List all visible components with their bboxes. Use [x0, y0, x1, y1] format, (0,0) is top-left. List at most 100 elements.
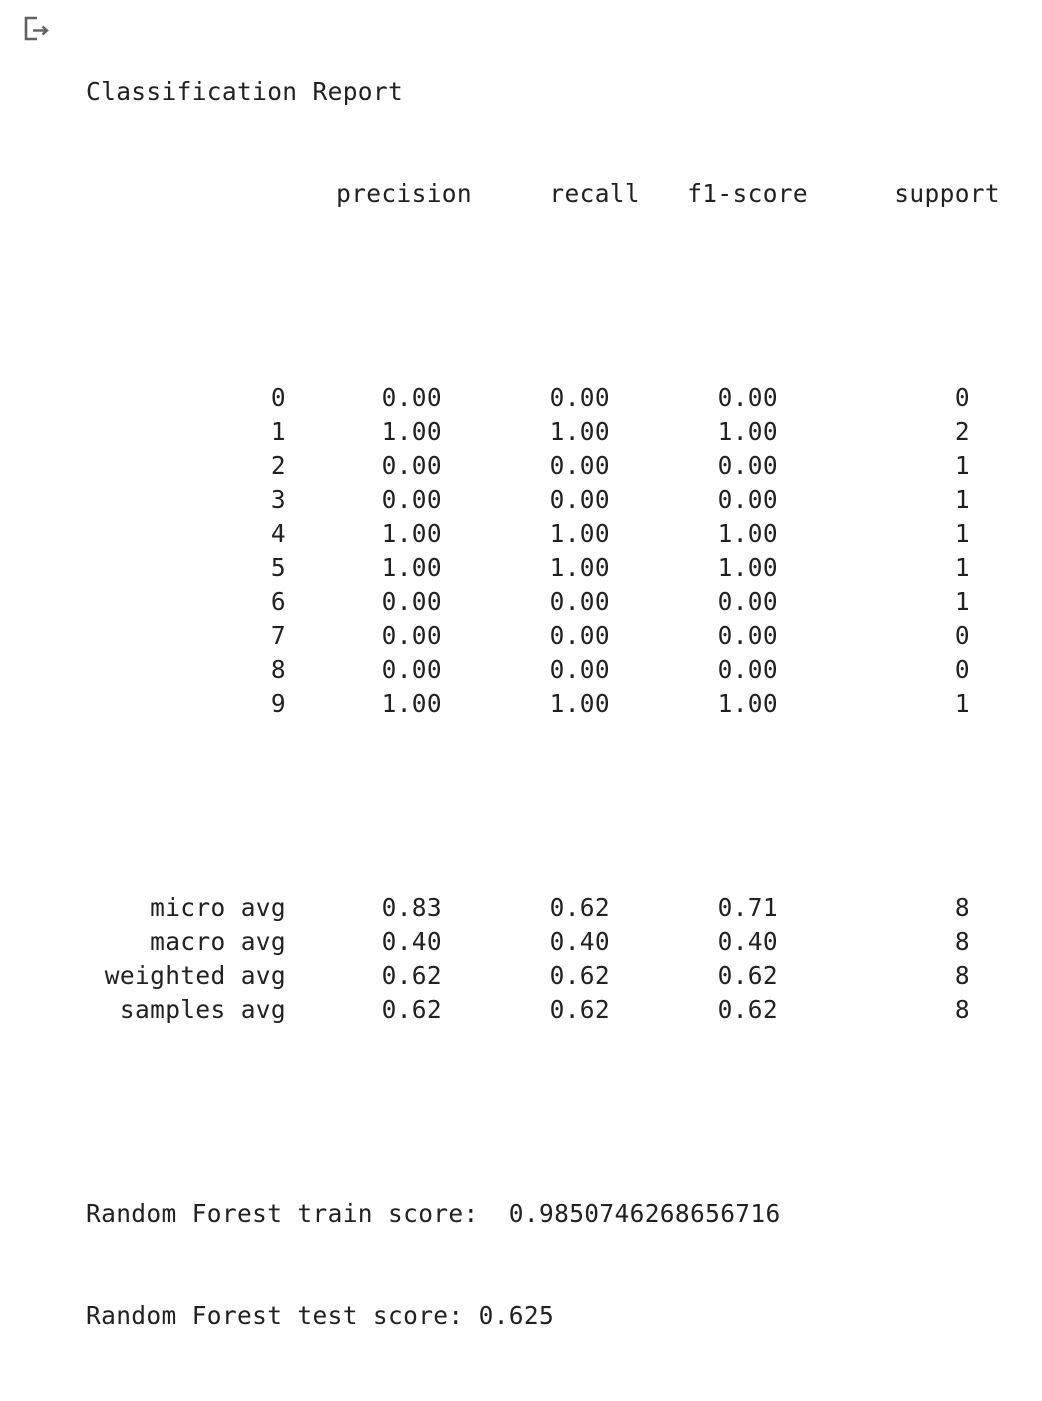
precision-value: 0.83 — [381, 893, 442, 922]
f1-score-value: 0.00 — [717, 655, 778, 684]
support-value: 1 — [954, 587, 970, 616]
precision-value: 0.40 — [381, 927, 442, 956]
recall-value: 0.00 — [549, 587, 610, 616]
average-row: micro avg 0.83 0.62 0.71 8 — [86, 891, 1000, 925]
row-label: macro avg — [150, 927, 286, 956]
average-row: weighted avg 0.62 0.62 0.62 8 — [86, 959, 1000, 993]
header-precision: precision — [336, 179, 472, 208]
precision-value: 0.00 — [381, 485, 442, 514]
support-value: 1 — [954, 519, 970, 548]
precision-value: 0.00 — [381, 587, 442, 616]
recall-value: 0.62 — [549, 961, 610, 990]
support-value: 1 — [954, 689, 970, 718]
precision-value: 1.00 — [381, 519, 442, 548]
recall-value: 0.00 — [549, 655, 610, 684]
support-value: 1 — [954, 485, 970, 514]
row-label: 4 — [270, 519, 286, 548]
support-value: 8 — [954, 893, 970, 922]
f1-score-value: 0.00 — [717, 451, 778, 480]
header-f1-score: f1-score — [687, 179, 808, 208]
support-value: 0 — [954, 621, 970, 650]
row-label: samples avg — [119, 995, 286, 1024]
precision-value: 0.00 — [381, 655, 442, 684]
f1-score-value: 0.00 — [717, 485, 778, 514]
row-label: 3 — [270, 485, 286, 514]
classification-report-text: Classification Report precision recall f1-… — [86, 7, 1000, 1401]
recall-value: 0.62 — [549, 893, 610, 922]
row-label: weighted avg — [104, 961, 286, 990]
row-label: 5 — [270, 553, 286, 582]
recall-value: 0.00 — [549, 621, 610, 650]
f1-score-value: 1.00 — [717, 519, 778, 548]
class-row: 3 0.00 0.00 0.00 1 — [86, 483, 1000, 517]
precision-value: 1.00 — [381, 417, 442, 446]
class-row: 4 1.00 1.00 1.00 1 — [86, 517, 1000, 551]
train-score-line: Random Forest train score: 0.98507462686… — [86, 1199, 781, 1228]
f1-score-value: 1.00 — [717, 553, 778, 582]
row-label: 9 — [270, 689, 286, 718]
recall-value: 0.00 — [549, 383, 610, 412]
class-row: 6 0.00 0.00 0.00 1 — [86, 585, 1000, 619]
report-title-line: Classification Report — [86, 75, 1000, 109]
support-value: 2 — [954, 417, 970, 446]
row-label: 7 — [270, 621, 286, 650]
recall-value: 1.00 — [549, 417, 610, 446]
recall-value: 1.00 — [549, 519, 610, 548]
f1-score-value: 1.00 — [717, 689, 778, 718]
recall-value: 0.00 — [549, 451, 610, 480]
f1-score-value: 1.00 — [717, 417, 778, 446]
cell-output-area: Classification Report precision recall f1-… — [0, 0, 1042, 1330]
f1-score-value: 0.62 — [717, 961, 778, 990]
support-value: 1 — [954, 451, 970, 480]
class-row: 1 1.00 1.00 1.00 2 — [86, 415, 1000, 449]
precision-value: 1.00 — [381, 689, 442, 718]
row-label: 8 — [270, 655, 286, 684]
support-value: 8 — [954, 927, 970, 956]
f1-score-value: 0.00 — [717, 621, 778, 650]
support-value: 1 — [954, 553, 970, 582]
precision-value: 0.00 — [381, 383, 442, 412]
precision-value: 0.00 — [381, 451, 442, 480]
class-row: 2 0.00 0.00 0.00 1 — [86, 449, 1000, 483]
support-value: 8 — [954, 961, 970, 990]
test-score-line: Random Forest test score: 0.625 — [86, 1301, 555, 1330]
precision-value: 0.00 — [381, 621, 442, 650]
row-label: 6 — [270, 587, 286, 616]
recall-value: 1.00 — [549, 553, 610, 582]
row-label: 0 — [270, 383, 286, 412]
f1-score-value: 0.00 — [717, 383, 778, 412]
f1-score-value: 0.40 — [717, 927, 778, 956]
recall-value: 0.00 — [549, 485, 610, 514]
report-header-row: precision recall f1-score support — [86, 177, 1000, 211]
recall-value: 0.62 — [549, 995, 610, 1024]
f1-score-value: 0.62 — [717, 995, 778, 1024]
row-label: 1 — [270, 417, 286, 446]
precision-value: 0.62 — [381, 995, 442, 1024]
class-row: 8 0.00 0.00 0.00 0 — [86, 653, 1000, 687]
average-row: macro avg 0.40 0.40 0.40 8 — [86, 925, 1000, 959]
class-row: 7 0.00 0.00 0.00 0 — [86, 619, 1000, 653]
output-redirect-icon[interactable] — [22, 12, 54, 44]
average-rows: micro avg 0.83 0.62 0.71 8 macro avg 0.40 0.40 0… — [86, 891, 1000, 1027]
class-rows: 0 0.00 0.00 0.00 0 1 1.00 1.00 1.00 2 2 0.00 0.00 0.0… — [86, 381, 1000, 721]
header-recall: recall — [549, 179, 640, 208]
precision-value: 0.62 — [381, 961, 442, 990]
report-title: Classification Report — [86, 77, 404, 106]
precision-value: 1.00 — [381, 553, 442, 582]
header-support: support — [894, 179, 1000, 208]
support-value: 0 — [954, 383, 970, 412]
class-row: 0 0.00 0.00 0.00 0 — [86, 381, 1000, 415]
recall-value: 1.00 — [549, 689, 610, 718]
recall-value: 0.40 — [549, 927, 610, 956]
row-label: 2 — [270, 451, 286, 480]
average-row: samples avg 0.62 0.62 0.62 8 — [86, 993, 1000, 1027]
f1-score-value: 0.00 — [717, 587, 778, 616]
class-row: 5 1.00 1.00 1.00 1 — [86, 551, 1000, 585]
support-value: 8 — [954, 995, 970, 1024]
row-label: micro avg — [150, 893, 286, 922]
class-row: 9 1.00 1.00 1.00 1 — [86, 687, 1000, 721]
f1-score-value: 0.71 — [717, 893, 778, 922]
